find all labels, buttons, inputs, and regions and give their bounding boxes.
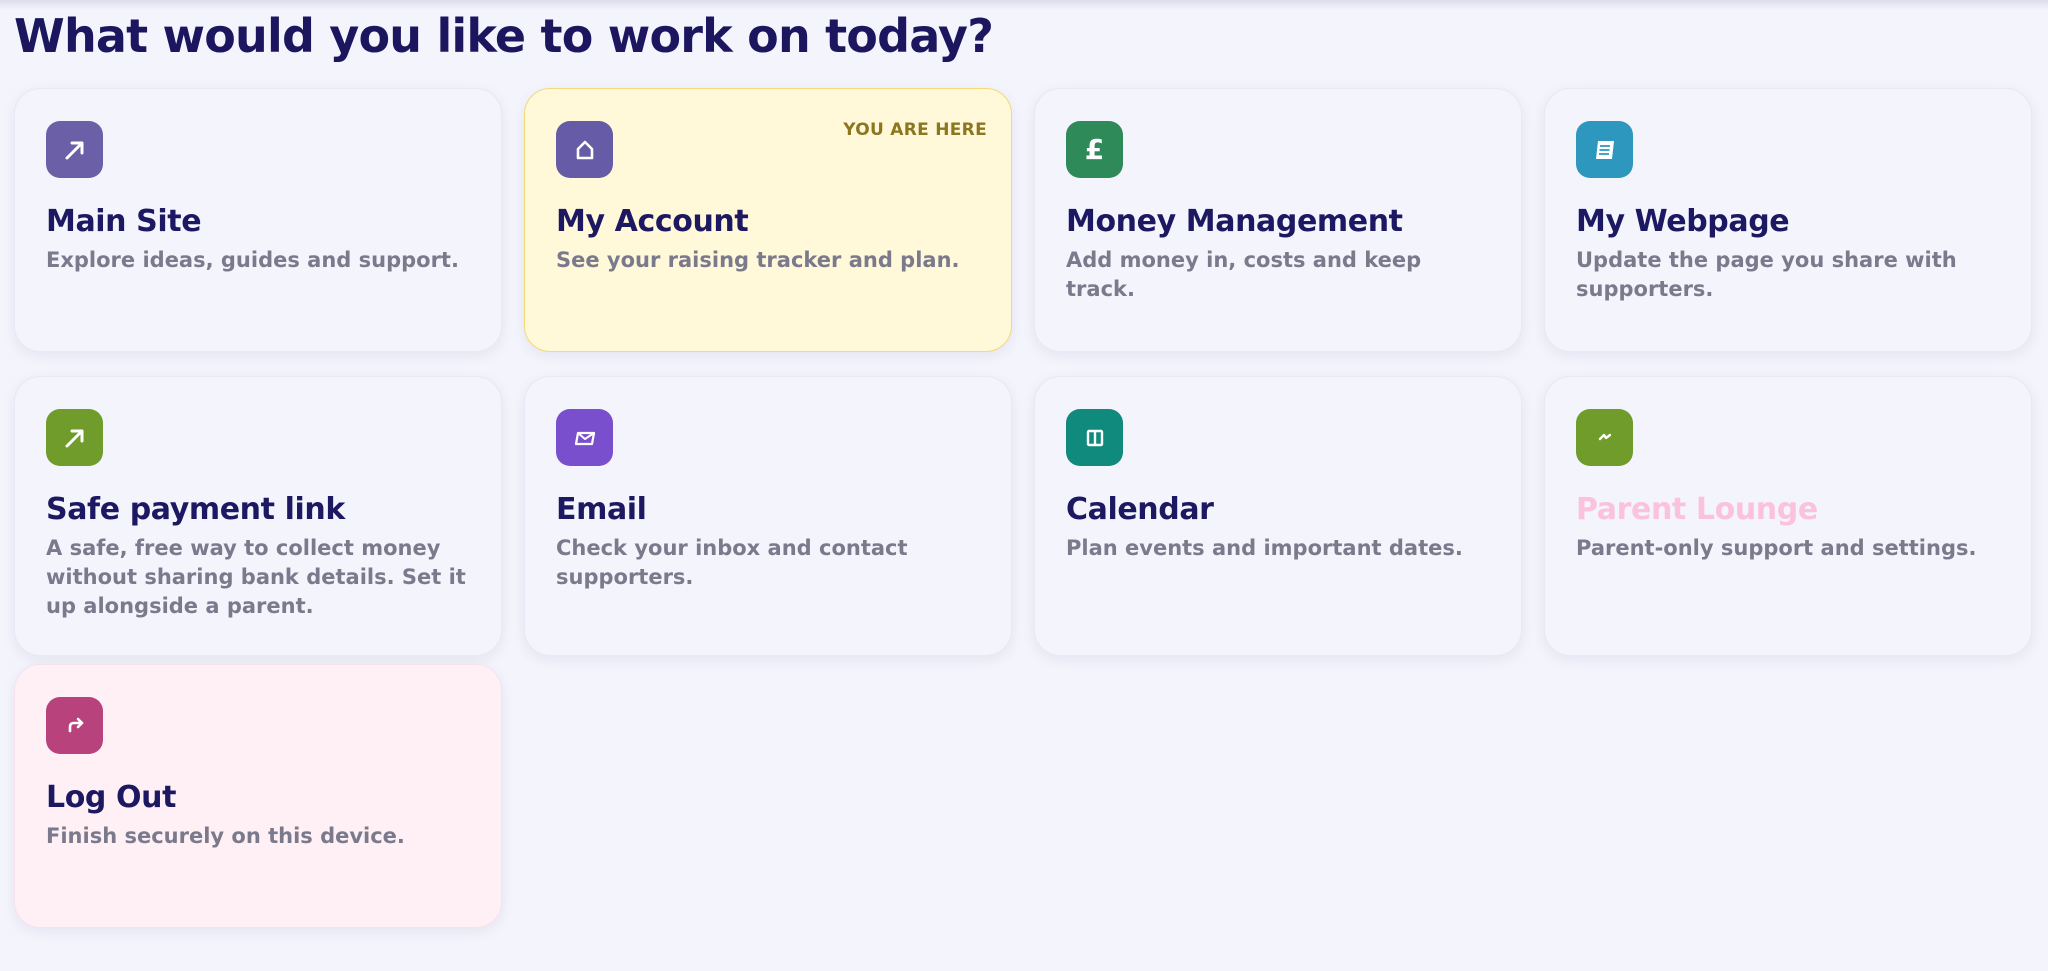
arrow-up-right-icon bbox=[46, 121, 103, 178]
webpage-icon bbox=[1576, 121, 1633, 178]
card-title: Safe payment link bbox=[46, 492, 345, 527]
card-title: Main Site bbox=[46, 204, 202, 239]
card-description: Check your inbox and contact supporters. bbox=[556, 536, 908, 589]
money-management-card[interactable]: £ Money Management Add money in, costs a… bbox=[1034, 88, 1522, 352]
you-are-here-badge: YOU ARE HERE bbox=[843, 120, 987, 140]
page-title: What would you like to work on today? bbox=[14, 9, 994, 63]
card-description: Update the page you share with supporter… bbox=[1576, 248, 1957, 301]
card-title: Money Management bbox=[1066, 204, 1403, 239]
card-description: Finish securely on this device. bbox=[46, 824, 405, 848]
log-out-card[interactable]: Log Out Finish securely on this device. bbox=[14, 664, 502, 928]
card-description: A safe, free way to collect money withou… bbox=[46, 536, 466, 618]
calendar-card[interactable]: Calendar Plan events and important dates… bbox=[1034, 376, 1522, 656]
my-webpage-card[interactable]: My Webpage Update the page you share wit… bbox=[1544, 88, 2032, 352]
parent-icon bbox=[1576, 409, 1633, 466]
card-description: Plan events and important dates. bbox=[1066, 536, 1463, 560]
main-site-card[interactable]: Main Site Explore ideas, guides and supp… bbox=[14, 88, 502, 352]
card-description: See your raising tracker and plan. bbox=[556, 248, 960, 272]
card-title: Calendar bbox=[1066, 492, 1214, 527]
card-title: Email bbox=[556, 492, 647, 527]
pound-glyph: £ bbox=[1084, 132, 1105, 166]
my-account-card[interactable]: YOU ARE HERE My Account See your raising… bbox=[524, 88, 1012, 352]
calendar-icon bbox=[1066, 409, 1123, 466]
card-title: Parent Lounge bbox=[1576, 492, 1818, 527]
card-description: Explore ideas, guides and support. bbox=[46, 248, 459, 272]
card-description: Parent-only support and settings. bbox=[1576, 536, 1977, 560]
arrow-up-right-icon bbox=[46, 409, 103, 466]
pound-icon: £ bbox=[1066, 121, 1123, 178]
workspace-grid: Main Site Explore ideas, guides and supp… bbox=[14, 88, 2032, 928]
home-icon bbox=[556, 121, 613, 178]
parent-lounge-card[interactable]: Parent Lounge Parent-only support and se… bbox=[1544, 376, 2032, 656]
card-title: Log Out bbox=[46, 780, 177, 815]
envelope-icon bbox=[556, 409, 613, 466]
safe-payment-link-card[interactable]: Safe payment link A safe, free way to co… bbox=[14, 376, 502, 656]
card-description: Add money in, costs and keep track. bbox=[1066, 248, 1422, 301]
logout-icon bbox=[46, 697, 103, 754]
card-title: My Webpage bbox=[1576, 204, 1790, 239]
email-card[interactable]: Email Check your inbox and contact suppo… bbox=[524, 376, 1012, 656]
card-title: My Account bbox=[556, 204, 749, 239]
